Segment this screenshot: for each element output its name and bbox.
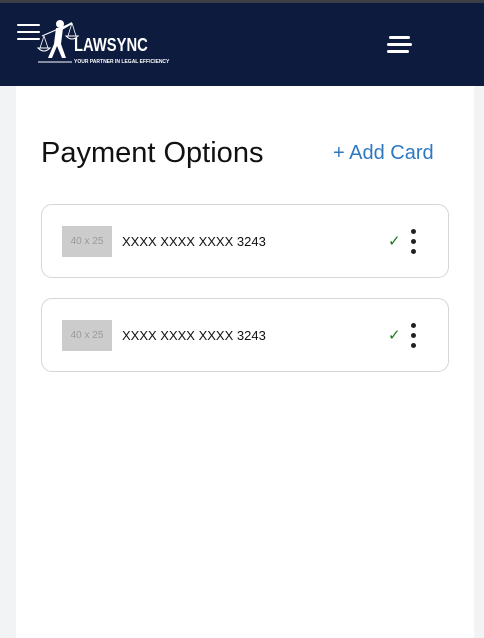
card-thumbnail: 40 x 25 bbox=[62, 320, 112, 351]
add-card-link[interactable]: + Add Card bbox=[333, 142, 434, 165]
lawsync-logo[interactable]: LAWSYNC YOUR PARTNER IN LEGAL EFFICIENCY bbox=[36, 18, 169, 70]
more-options-icon[interactable] bbox=[408, 229, 418, 255]
app-header: LAWSYNC YOUR PARTNER IN LEGAL EFFICIENCY bbox=[0, 3, 484, 86]
more-options-icon[interactable] bbox=[408, 323, 418, 349]
card-thumbnail: 40 x 25 bbox=[62, 226, 112, 257]
payment-card[interactable]: 40 x 25 XXXX XXXX XXXX 3243 ✓ bbox=[41, 298, 449, 372]
check-icon: ✓ bbox=[388, 233, 401, 250]
payment-card[interactable]: 40 x 25 XXXX XXXX XXXX 3243 ✓ bbox=[41, 204, 449, 278]
logo-wordmark: LAWSYNC bbox=[74, 35, 148, 55]
logo-tagline: YOUR PARTNER IN LEGAL EFFICIENCY bbox=[74, 59, 170, 65]
check-icon: ✓ bbox=[388, 327, 401, 344]
main-content: Payment Options + Add Card 40 x 25 XXXX … bbox=[16, 86, 474, 638]
page-title: Payment Options bbox=[41, 137, 264, 169]
card-number: XXXX XXXX XXXX 3243 bbox=[122, 234, 266, 249]
menu-icon[interactable] bbox=[387, 36, 414, 56]
card-number: XXXX XXXX XXXX 3243 bbox=[122, 328, 266, 343]
